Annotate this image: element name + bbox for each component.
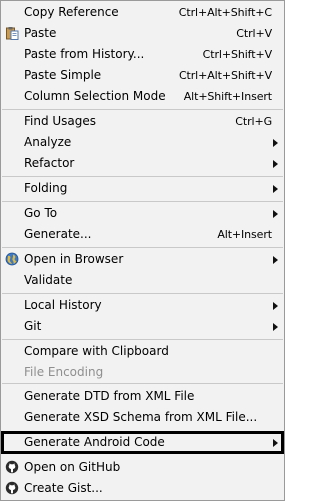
menu-item-label: Local History: [24, 298, 102, 312]
menu-item-compare-with-clipboard[interactable]: Compare with Clipboard: [1, 341, 284, 362]
editor-context-menu: Copy Reference Ctrl+Alt+Shift+C Paste Ct…: [0, 0, 285, 501]
github-icon: [5, 460, 19, 474]
menu-item-git[interactable]: Git: [1, 316, 284, 337]
menu-item-paste[interactable]: Paste Ctrl+V: [1, 23, 284, 44]
menu-item-shortcut: Ctrl+Shift+V: [202, 48, 272, 61]
menu-separator: [2, 247, 283, 248]
menu-item-open-on-github[interactable]: Open on GitHub: [1, 457, 284, 478]
submenu-arrow-icon: [273, 185, 278, 193]
menu-separator: [2, 176, 283, 177]
menu-item-label: Refactor: [24, 156, 75, 170]
menu-item-label: File Encoding: [24, 365, 104, 379]
menu-item-shortcut: Ctrl+G: [235, 115, 272, 128]
clipboard-icon: [6, 27, 19, 40]
menu-item-column-selection-mode[interactable]: Column Selection Mode Alt+Shift+Insert: [1, 86, 284, 107]
menu-item-shortcut: Alt+Shift+Insert: [183, 90, 272, 103]
submenu-arrow-icon: [273, 210, 278, 218]
menu-item-label: Paste from History...: [24, 47, 145, 61]
menu-item-label: Create Gist...: [24, 481, 103, 495]
menu-item-shortcut: Ctrl+Alt+Shift+C: [178, 6, 272, 19]
menu-item-label: Generate...: [24, 227, 92, 241]
menu-item-label: Git: [24, 319, 42, 333]
menu-separator: [2, 109, 283, 110]
menu-item-paste-from-history[interactable]: Paste from History... Ctrl+Shift+V: [1, 44, 284, 65]
menu-item-label: Folding: [24, 181, 68, 195]
submenu-arrow-icon: [273, 302, 278, 310]
menu-item-create-gist[interactable]: Create Gist...: [1, 478, 284, 499]
menu-item-shortcut: Alt+Insert: [217, 228, 272, 241]
menu-item-generate-dtd[interactable]: Generate DTD from XML File: [1, 386, 284, 407]
menu-item-label: Compare with Clipboard: [24, 344, 169, 358]
menu-item-folding[interactable]: Folding: [1, 178, 284, 199]
submenu-arrow-icon: [273, 160, 278, 168]
menu-item-shortcut: Ctrl+V: [236, 27, 272, 40]
menu-item-label: Open in Browser: [24, 252, 124, 266]
menu-item-label: Paste Simple: [24, 68, 102, 82]
menu-separator: [2, 201, 283, 202]
menu-item-open-in-browser[interactable]: Open in Browser: [1, 249, 284, 270]
menu-item-generate-android-code[interactable]: Generate Android Code: [1, 431, 284, 454]
menu-item-find-usages[interactable]: Find Usages Ctrl+G: [1, 111, 284, 132]
menu-item-generate[interactable]: Generate... Alt+Insert: [1, 224, 284, 245]
menu-item-label: Open on GitHub: [24, 460, 121, 474]
menu-item-local-history[interactable]: Local History: [1, 295, 284, 316]
menu-item-label: Analyze: [24, 135, 72, 149]
menu-item-label: Generate DTD from XML File: [24, 389, 195, 403]
github-icon: [5, 481, 19, 495]
menu-item-copy-reference[interactable]: Copy Reference Ctrl+Alt+Shift+C: [1, 2, 284, 23]
globe-icon: [5, 252, 19, 266]
menu-item-file-encoding: File Encoding: [1, 362, 284, 383]
menu-item-shortcut: Ctrl+Alt+Shift+V: [178, 69, 272, 82]
menu-item-label: Validate: [24, 273, 73, 287]
menu-separator: [2, 339, 283, 340]
menu-item-paste-simple[interactable]: Paste Simple Ctrl+Alt+Shift+V: [1, 65, 284, 86]
menu-item-analyze[interactable]: Analyze: [1, 132, 284, 153]
submenu-arrow-icon: [273, 256, 278, 264]
menu-item-generate-xsd[interactable]: Generate XSD Schema from XML File...: [1, 407, 284, 428]
menu-item-label: Paste: [24, 26, 57, 40]
menu-separator: [2, 383, 283, 384]
menu-item-refactor[interactable]: Refactor: [1, 153, 284, 174]
submenu-arrow-icon: [273, 323, 278, 331]
menu-item-label: Generate XSD Schema from XML File...: [24, 410, 258, 424]
submenu-arrow-icon: [273, 439, 278, 447]
submenu-arrow-icon: [273, 139, 278, 147]
menu-item-label: Column Selection Mode: [24, 89, 166, 103]
menu-item-validate[interactable]: Validate: [1, 270, 284, 291]
menu-separator: [2, 293, 283, 294]
menu-item-label: Find Usages: [24, 114, 97, 128]
menu-item-label: Copy Reference: [24, 5, 119, 19]
menu-item-label: Generate Android Code: [24, 435, 165, 449]
menu-item-label: Go To: [24, 206, 58, 220]
menu-item-go-to[interactable]: Go To: [1, 203, 284, 224]
